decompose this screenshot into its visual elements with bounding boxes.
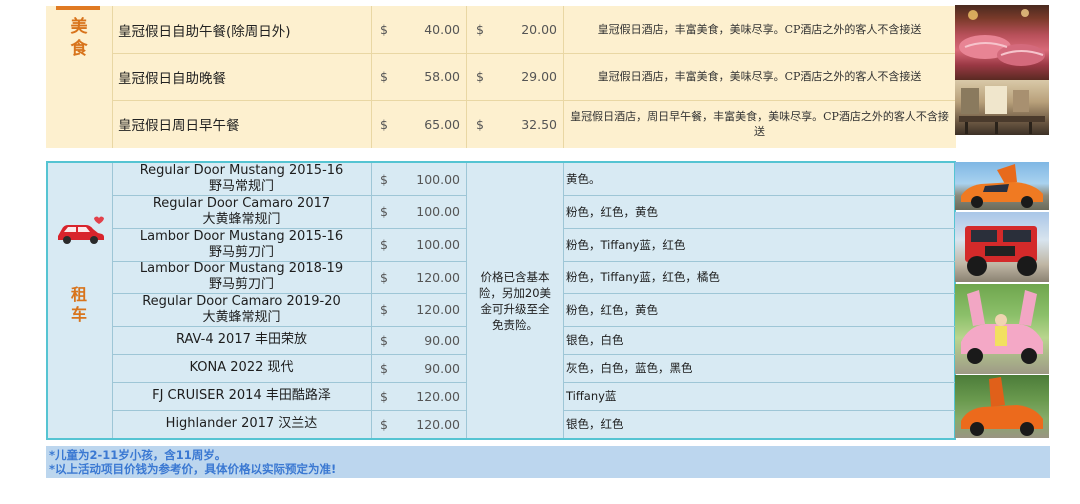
currency-symbol: $ bbox=[476, 69, 484, 84]
food-side-label: 美 食 bbox=[46, 6, 112, 148]
car-photo-pink-camaro bbox=[955, 284, 1049, 374]
car-model-name: Regular Door Camaro 2017 大黄蜂常规门 bbox=[112, 195, 371, 228]
currency-symbol: $ bbox=[380, 204, 388, 219]
food-item-name: 皇冠假日自助晚餐 bbox=[118, 70, 226, 87]
car-model-line2: 野马常规门 bbox=[208, 179, 274, 194]
car-colors: 粉色，红色，黄色 bbox=[566, 204, 658, 219]
car-price: 120.00 bbox=[416, 416, 460, 432]
car-model-name: RAV-4 2017 丰田荣放 bbox=[175, 332, 307, 347]
car-model-line1: Regular Door Camaro 2019-20 bbox=[142, 293, 341, 309]
car-model-name: Regular Door Mustang 2015-16 野马常规门 bbox=[112, 163, 371, 195]
car-model-name: FJ CRUISER 2014 丰田酷路泽 bbox=[152, 388, 331, 403]
car-colors: Tiffany蓝 bbox=[566, 389, 617, 403]
car-model-name: KONA 2022 现代 bbox=[189, 360, 294, 375]
car-model-name: Lambor Door Mustang 2018-19 野马剪刀门 bbox=[112, 261, 371, 293]
currency-symbol: $ bbox=[476, 22, 484, 37]
car-model-line1: Regular Door Camaro 2017 bbox=[152, 195, 331, 211]
currency-symbol: $ bbox=[380, 237, 388, 252]
car-price: 90.00 bbox=[424, 360, 460, 376]
car-price: 100.00 bbox=[416, 237, 460, 252]
car-photo-orange-lambor-door bbox=[955, 375, 1049, 438]
car-model-name: Regular Door Camaro 2019-20 大黄蜂常规门 bbox=[112, 293, 371, 326]
currency-symbol: $ bbox=[380, 332, 388, 348]
child-price: 29.00 bbox=[521, 69, 557, 84]
car-colors: 黄色。 bbox=[566, 172, 601, 186]
food-item-name: 皇冠假日周日早午餐 bbox=[118, 118, 240, 134]
car-colors: 银色，红色 bbox=[566, 417, 624, 431]
currency-symbol: $ bbox=[380, 171, 388, 187]
car-colors: 粉色，Tiffany蓝，红色，橘色 bbox=[566, 270, 720, 284]
car-photo-red-jeep bbox=[955, 212, 1049, 282]
child-price: 32.50 bbox=[521, 116, 557, 132]
currency-symbol: $ bbox=[380, 116, 388, 132]
currency-symbol: $ bbox=[380, 22, 388, 37]
car-model-line1: Regular Door Mustang 2015-16 bbox=[139, 163, 344, 178]
car-model-name: Lambor Door Mustang 2015-16 野马剪刀门 bbox=[112, 228, 371, 261]
adult-price: 58.00 bbox=[424, 69, 460, 84]
currency-symbol: $ bbox=[380, 416, 388, 432]
car-price: 120.00 bbox=[416, 388, 460, 404]
car-price: 100.00 bbox=[416, 204, 460, 219]
currency-symbol: $ bbox=[380, 360, 388, 376]
car-colors: 粉色，红色，黄色 bbox=[566, 302, 658, 317]
car-model-line2: 野马剪刀门 bbox=[208, 277, 274, 292]
car-model-line2: 大黄蜂常规门 bbox=[202, 309, 281, 325]
car-colors: 粉色，Tiffany蓝，红色 bbox=[566, 237, 686, 252]
food-divider bbox=[466, 6, 467, 148]
food-photo-steak bbox=[955, 5, 1049, 80]
food-item-desc: 皇冠假日酒店，周日早午餐，丰富美食，美味尽享。CP酒店之外的客人不含接送 bbox=[570, 110, 949, 138]
car-colors: 灰色，白色，蓝色，黑色 bbox=[566, 361, 693, 375]
adult-price: 40.00 bbox=[424, 22, 460, 37]
food-item-desc: 皇冠假日酒店，丰富美食，美味尽享。CP酒店之外的客人不含接送 bbox=[597, 70, 922, 83]
red-car-icon bbox=[54, 216, 106, 246]
car-model-line2: 大黄蜂常规门 bbox=[202, 211, 281, 227]
car-side-char-2: 车 bbox=[70, 305, 87, 324]
car-price: 120.00 bbox=[416, 269, 460, 285]
car-model-line1: Lambor Door Mustang 2018-19 bbox=[139, 261, 344, 276]
child-price: 20.00 bbox=[521, 22, 557, 37]
currency-symbol: $ bbox=[380, 69, 388, 84]
food-item-desc: 皇冠假日酒店，丰富美食，美味尽享。CP酒店之外的客人不含接送 bbox=[597, 23, 922, 36]
adult-price: 65.00 bbox=[424, 116, 460, 132]
currency-symbol: $ bbox=[380, 269, 388, 285]
car-colors: 银色，白色 bbox=[566, 333, 624, 347]
currency-symbol: $ bbox=[380, 302, 388, 317]
car-price: 100.00 bbox=[416, 171, 460, 187]
car-model-line2: 野马剪刀门 bbox=[208, 244, 274, 260]
currency-symbol: $ bbox=[476, 116, 484, 132]
food-tab-accent bbox=[56, 6, 100, 10]
car-photo-orange-mustang bbox=[955, 162, 1049, 210]
car-divider bbox=[371, 163, 372, 438]
car-price: 120.00 bbox=[416, 302, 460, 317]
food-photo-restaurant bbox=[955, 80, 1049, 135]
car-model-line1: Lambor Door Mustang 2015-16 bbox=[139, 228, 344, 244]
car-price: 90.00 bbox=[424, 332, 460, 348]
food-side-char-2: 食 bbox=[70, 39, 88, 59]
food-item-name: 皇冠假日自助午餐(除周日外) bbox=[118, 23, 291, 40]
food-divider bbox=[371, 6, 372, 148]
footnote-reference-price: *以上活动项目价钱为参考价，具体价格以实际预定为准! bbox=[49, 462, 337, 476]
car-model-name: Highlander 2017 汉兰达 bbox=[165, 416, 318, 431]
insurance-note: 价格已含基本险，另加20美金可升级至全免责险。 bbox=[478, 269, 552, 332]
currency-symbol: $ bbox=[380, 388, 388, 404]
